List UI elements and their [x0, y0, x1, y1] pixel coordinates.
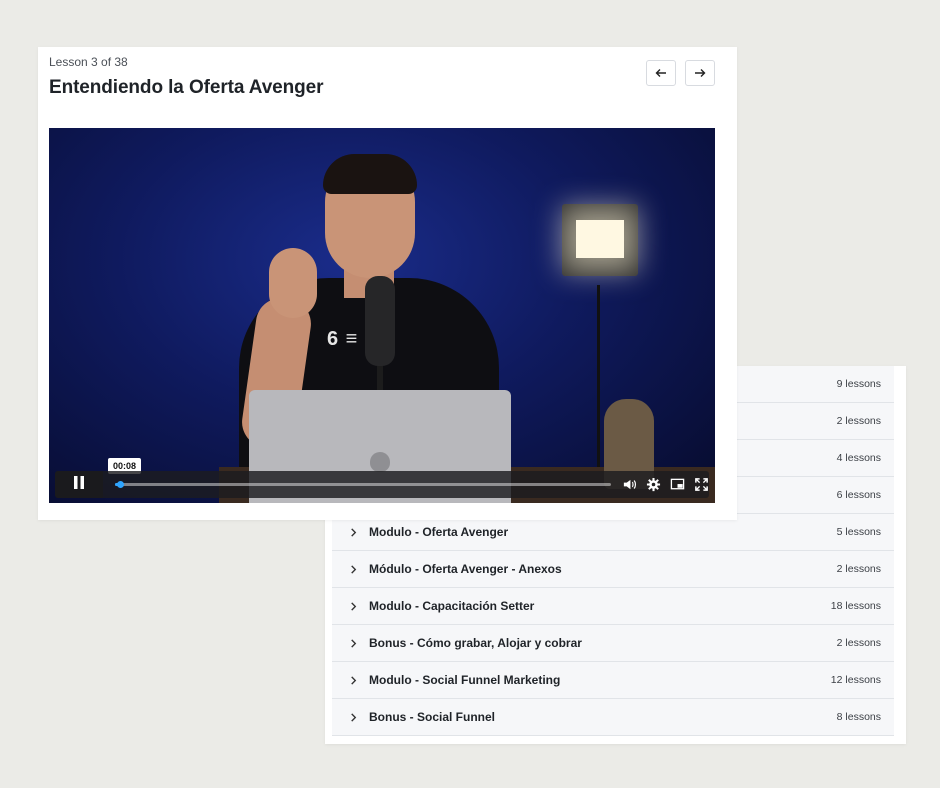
lesson-progress-label: Lesson 3 of 38 [49, 55, 128, 69]
module-row[interactable]: Bonus - Social Funnel 8 lessons [332, 699, 894, 736]
lesson-card: Lesson 3 of 38 Entendiendo la Oferta Ave… [38, 47, 737, 520]
module-title: Bonus - Social Funnel [369, 710, 496, 724]
seek-bar-handle[interactable] [116, 481, 124, 488]
module-row[interactable]: Módulo - Oferta Avenger - Anexos 2 lesso… [332, 551, 894, 588]
module-lesson-count: 2 lessons [836, 415, 881, 427]
module-row[interactable]: Modulo - Capacitación Setter 18 lessons [332, 588, 894, 625]
module-lesson-count: 6 lessons [836, 489, 881, 501]
volume-icon[interactable] [621, 476, 638, 493]
module-row[interactable]: Bonus - Cómo grabar, Alojar y cobrar 2 l… [332, 625, 894, 662]
pause-icon [73, 475, 85, 494]
chevron-right-icon [347, 600, 359, 612]
pause-button[interactable] [55, 471, 103, 498]
arrow-right-icon [694, 66, 706, 81]
seek-bar[interactable] [115, 481, 611, 488]
module-lesson-count: 5 lessons [836, 526, 881, 538]
next-lesson-button[interactable] [685, 60, 715, 86]
video-frame-microphone [365, 276, 395, 366]
module-title: Modulo - Oferta Avenger [369, 525, 509, 539]
module-title: Módulo - Oferta Avenger - Anexos [369, 562, 562, 576]
module-lesson-count: 18 lessons [830, 600, 881, 612]
chevron-right-icon [347, 526, 359, 538]
module-lesson-count: 8 lessons [836, 711, 881, 723]
chevron-right-icon [347, 711, 359, 723]
video-player[interactable]: 6 ≡ 3D 00:08 [49, 128, 715, 503]
previous-lesson-button[interactable] [646, 60, 676, 86]
picture-in-picture-icon[interactable] [669, 476, 686, 493]
module-title: Modulo - Capacitación Setter [369, 599, 535, 613]
lesson-title: Entendiendo la Oferta Avenger [49, 77, 324, 98]
chevron-right-icon [347, 674, 359, 686]
module-lesson-count: 2 lessons [836, 637, 881, 649]
module-lesson-count: 4 lessons [836, 452, 881, 464]
chevron-right-icon [347, 637, 359, 649]
module-lesson-count: 12 lessons [830, 674, 881, 686]
settings-icon[interactable] [645, 476, 662, 493]
arrow-left-icon [655, 66, 667, 81]
video-frame-lamp [562, 204, 638, 276]
module-lesson-count: 2 lessons [836, 563, 881, 575]
module-row[interactable]: Modulo - Social Funnel Marketing 12 less… [332, 662, 894, 699]
fullscreen-icon[interactable] [693, 476, 710, 493]
module-title: Bonus - Cómo grabar, Alojar y cobrar [369, 636, 582, 650]
module-lesson-count: 9 lessons [836, 378, 881, 390]
module-title: Modulo - Social Funnel Marketing [369, 673, 561, 687]
video-controls [55, 471, 709, 498]
chevron-right-icon [347, 563, 359, 575]
